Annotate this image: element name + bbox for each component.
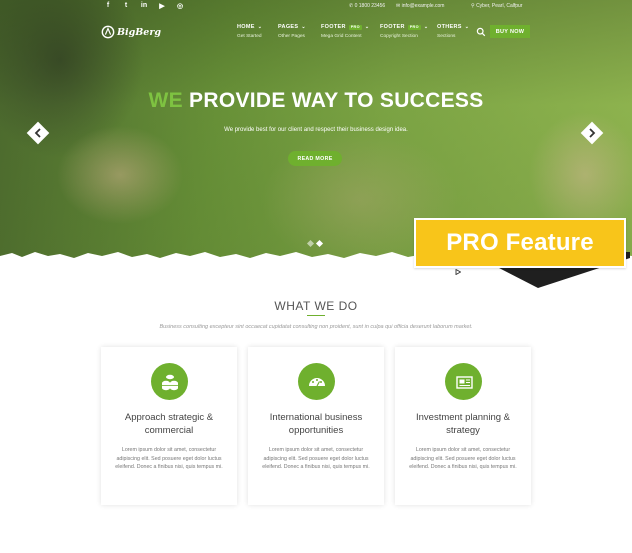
pro-badge: PRO bbox=[407, 24, 421, 30]
hero-subline: We provide best for our client and respe… bbox=[224, 127, 408, 133]
chevron-left-icon bbox=[26, 121, 50, 145]
title-divider bbox=[307, 315, 325, 316]
section-title: WHAT WE DO bbox=[274, 299, 358, 313]
email-address[interactable]: info@example.com bbox=[402, 3, 445, 9]
email-info: ✉ info@example.com bbox=[396, 3, 444, 9]
pro-feature-label: PRO Feature bbox=[446, 229, 594, 256]
logo-mark-icon bbox=[101, 25, 115, 39]
chevron-down-icon: ⌄ bbox=[464, 24, 470, 30]
card-icon-circle bbox=[298, 363, 335, 400]
card-icon-circle bbox=[445, 363, 482, 400]
nav-item-sublabel: Other Pages bbox=[278, 34, 305, 39]
play-icon bbox=[455, 269, 461, 275]
card-text: Lorem ipsum dolor sit amet, consectetur … bbox=[115, 447, 223, 471]
nav-item-sublabel: Get Started bbox=[237, 34, 262, 39]
nav-item-sublabel: Copyright Section bbox=[380, 34, 418, 39]
chevron-down-icon: ⌄ bbox=[257, 24, 263, 30]
site-logo[interactable]: BigBerg bbox=[101, 22, 161, 42]
card-icon-circle bbox=[151, 363, 188, 400]
address-text: Cyber, Pearl, Calfpur bbox=[476, 3, 523, 9]
service-card[interactable]: International business opportunities Lor… bbox=[248, 347, 384, 505]
card-title: International business opportunities bbox=[269, 412, 363, 436]
newspaper-icon bbox=[455, 375, 473, 389]
nav-item-sublabel: Sections bbox=[437, 34, 456, 39]
coins-icon bbox=[161, 374, 178, 390]
logo-text: BigBerg bbox=[116, 26, 161, 38]
linkedin-icon[interactable]: in bbox=[140, 2, 148, 10]
read-more-button[interactable]: READ MORE bbox=[288, 151, 342, 166]
pro-feature-banner: PRO Feature bbox=[414, 218, 626, 268]
chevron-down-icon: ⌄ bbox=[423, 24, 429, 30]
nav-item-footer-copyright[interactable]: FOOTER PRO ⌄ Copyright Section bbox=[380, 24, 428, 39]
phone-info: ✆ 0 1800 23456 bbox=[349, 3, 385, 9]
slider-prev-button[interactable] bbox=[25, 120, 51, 146]
nav-item-label: FOOTER bbox=[380, 24, 405, 30]
twitter-icon[interactable]: t bbox=[122, 2, 130, 10]
nav-item-pages[interactable]: PAGES ⌄ Other Pages bbox=[278, 24, 306, 39]
nav-item-sublabel: Mega Grid Content bbox=[321, 34, 362, 39]
youtube-icon[interactable]: ▶ bbox=[158, 2, 166, 10]
card-text: Lorem ipsum dolor sit amet, consectetur … bbox=[262, 447, 370, 471]
gauge-icon bbox=[308, 377, 325, 386]
service-card[interactable]: Investment planning & strategy Lorem ips… bbox=[395, 347, 531, 505]
nav-item-label: OTHERS bbox=[437, 24, 462, 30]
nav-item-others[interactable]: OTHERS ⌄ Sections bbox=[437, 24, 469, 39]
pro-badge: PRO bbox=[348, 24, 362, 30]
chevron-down-icon: ⌄ bbox=[364, 24, 370, 30]
hero-headline-accent: WE bbox=[148, 89, 183, 112]
chevron-down-icon: ⌄ bbox=[301, 24, 306, 30]
nav-item-label: HOME bbox=[237, 24, 255, 30]
service-card[interactable]: Approach strategic & commercial Lorem ip… bbox=[101, 347, 237, 505]
buy-now-button[interactable]: BUY NOW bbox=[490, 25, 530, 38]
card-text: Lorem ipsum dolor sit amet, consectetur … bbox=[409, 447, 517, 471]
card-title: Approach strategic & commercial bbox=[124, 412, 214, 436]
nav-item-home[interactable]: HOME ⌄ Get Started bbox=[237, 24, 262, 39]
phone-number: 0 1800 23456 bbox=[354, 3, 386, 9]
section-description: Business consulting excepteur sint occae… bbox=[159, 324, 473, 330]
top-bar: f t in ▶ ◎ ✆ 0 1800 23456 ✉ info@example… bbox=[0, 0, 632, 14]
chevron-right-icon bbox=[580, 121, 604, 145]
nav-item-label: FOOTER bbox=[321, 24, 346, 30]
hero-headline: WE PROVIDE WAY TO SUCCESS bbox=[0, 89, 632, 113]
instagram-icon[interactable]: ◎ bbox=[176, 2, 184, 10]
card-title: Investment planning & strategy bbox=[415, 412, 510, 436]
search-icon[interactable] bbox=[476, 27, 486, 37]
facebook-icon[interactable]: f bbox=[104, 2, 112, 10]
slider-next-button[interactable] bbox=[579, 120, 605, 146]
hero-headline-rest: PROVIDE WAY TO SUCCESS bbox=[189, 89, 484, 112]
nav-item-footer-grid[interactable]: FOOTER PRO ⌄ Mega Grid Content bbox=[321, 24, 369, 39]
social-links: f t in ▶ ◎ bbox=[104, 2, 184, 10]
nav-item-label: PAGES bbox=[278, 24, 299, 30]
address-info: ⚲ Cyber, Pearl, Calfpur bbox=[471, 3, 522, 9]
